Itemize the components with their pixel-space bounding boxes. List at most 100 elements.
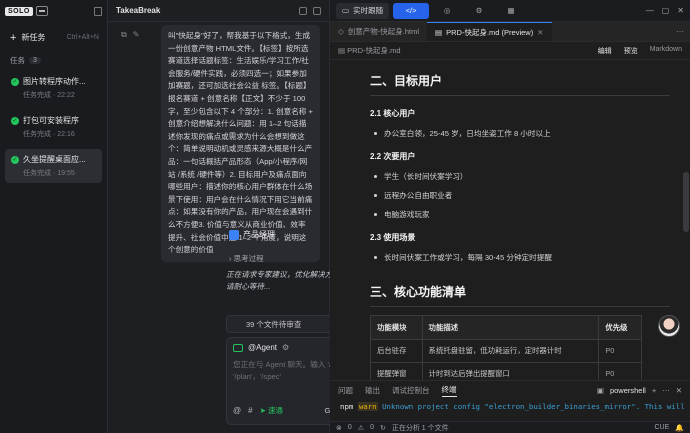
- more-icon[interactable]: ⋯: [670, 22, 690, 41]
- edit-mode-button[interactable]: 编辑: [598, 46, 612, 56]
- copy-icon[interactable]: ⧉: [121, 30, 127, 40]
- app-logo: SOLO: [5, 6, 33, 16]
- chat-header: TakeaBreak: [108, 0, 329, 22]
- task-count-badge: 3: [29, 57, 41, 64]
- monitor-icon: ▭: [342, 6, 350, 15]
- user-message: 叫"快起身"好了，帮我基于以下格式，生成一份创意产物 HTML文件。【标签】按所…: [161, 25, 320, 262]
- tab-output[interactable]: 输出: [365, 385, 380, 396]
- tab-html[interactable]: ◇ 创意产物-快起身.html: [330, 22, 427, 41]
- minimize-icon[interactable]: —: [646, 6, 654, 15]
- agent-name: 产品经理: [243, 230, 275, 239]
- task-status: 任务完成 · 19:55: [23, 170, 75, 177]
- chat-panel: TakeaBreak ⧉ ✎ 叫"快起身"好了，帮我基于以下格式，生成一份创意产…: [108, 0, 428, 433]
- sidebar-header: SOLO: [0, 0, 107, 22]
- status-right[interactable]: CUE: [655, 424, 670, 432]
- error-icon: ⊗: [336, 424, 342, 432]
- close-tab-icon[interactable]: ✕: [537, 28, 543, 37]
- preview-mode-button[interactable]: 预览: [624, 46, 638, 56]
- status-bar: ⊗ 0 ⚠ 0 ↻ 正在分析 1 个文件 CUE 🔔: [330, 421, 690, 433]
- add-terminal-icon[interactable]: +: [652, 386, 656, 395]
- subheading-secondary-users: 2.2 次要用户: [370, 152, 416, 161]
- feature-table: 功能模块 功能描述 优先级 后台驻存 系统托盘驻留，低功耗运行，定时器计时 P0…: [370, 315, 642, 380]
- task-title: 久坐提醒桌面应...: [23, 155, 86, 164]
- tab-prd-preview[interactable]: ▤ PRD-快起身.md (Preview) ✕: [427, 22, 552, 41]
- plus-icon: +: [10, 31, 17, 44]
- preview-file-icon: ▤: [435, 27, 443, 37]
- warning-icon: ⚠: [357, 424, 365, 432]
- grid-icon[interactable]: ▦: [497, 3, 525, 19]
- agent-mention[interactable]: @Agent: [248, 343, 277, 352]
- code-view-button[interactable]: </>: [393, 2, 430, 19]
- sidebar: SOLO + 新任务 Ctrl+Alt+N 任务 3 ✓ 图片转程序动作... 任…: [0, 0, 108, 433]
- sidebar-toggle-icon[interactable]: [94, 6, 102, 16]
- check-icon: ✓: [11, 116, 19, 125]
- thinking-toggle[interactable]: › 思考过程: [229, 253, 264, 264]
- markdown-mode-button[interactable]: Markdown: [650, 46, 682, 56]
- assistant-avatar[interactable]: [658, 315, 680, 337]
- tab-terminal[interactable]: 终端: [441, 384, 457, 397]
- agent-chip-icon: [233, 343, 243, 352]
- edit-icon[interactable]: ✎: [133, 30, 140, 40]
- scrollbar-thumb[interactable]: [683, 172, 689, 232]
- maximize-icon[interactable]: ▢: [662, 6, 670, 15]
- chat-title: TakeaBreak: [116, 6, 161, 15]
- check-icon: ✓: [11, 77, 19, 86]
- more-icon[interactable]: ⋯: [662, 386, 670, 395]
- subheading-core-users: 2.1 核心用户: [370, 109, 416, 118]
- mention-icon[interactable]: @: [233, 406, 241, 415]
- gear-icon[interactable]: ⚙: [465, 3, 493, 19]
- layout-icon[interactable]: [299, 6, 307, 15]
- message-tools: ⧉ ✎: [121, 30, 139, 40]
- terminal-icon: ▣: [596, 385, 604, 395]
- markdown-preview: 二、目标用户 2.1 核心用户 办公室白领，25-45 岁，日均坐姿工作 8 小…: [330, 62, 682, 380]
- bottom-panel: 问题 输出 调试控制台 终端 ▣ powershell + ⋯ ✕ npm wa…: [330, 380, 690, 421]
- html-file-icon: ◇: [338, 27, 344, 36]
- table-header: 功能描述: [421, 315, 600, 340]
- editor-tabs: ◇ 创意产物-快起身.html ▤ PRD-快起身.md (Preview) ✕ ⋯: [330, 22, 690, 42]
- agent-avatar-icon: [229, 229, 239, 240]
- pending-review-label: 39 个文件待审查: [246, 319, 302, 329]
- close-panel-icon[interactable]: ✕: [676, 386, 682, 395]
- table-row: 后台驻存 系统托盘驻留，低功耗运行，定时器计时 P0: [370, 339, 642, 363]
- spinner-icon: ↻: [379, 424, 386, 432]
- analysis-status: 正在分析 1 个文件: [391, 424, 449, 432]
- shell-selector[interactable]: powershell: [610, 386, 646, 395]
- error-count[interactable]: 0: [348, 424, 352, 431]
- terminal-output[interactable]: npm warn Unknown project config "electro…: [330, 399, 690, 414]
- task-item[interactable]: ✓ 图片转程序动作... 任务完成 · 22:22: [5, 71, 102, 105]
- editor-panel: ▭ 实时跟随 </> ◎ ⚙ ▦ — ▢ ✕ ◇ 创意产物-快起身.html ▤ PR…: [330, 0, 690, 433]
- list-item: 电脑游戏玩家: [370, 209, 682, 220]
- editor-toolbar: ▭ 实时跟随 </> ◎ ⚙ ▦ — ▢ ✕: [330, 0, 690, 22]
- table-row: 提醒弹窗 计时到达后弹出提醒窗口 P0: [370, 362, 642, 380]
- task-item-active[interactable]: ✓ 久坐提醒桌面应... 任务完成 · 19:55: [5, 149, 102, 183]
- breadcrumb-file[interactable]: PRD-快起身.md: [347, 45, 400, 56]
- section-heading-users: 二、目标用户: [370, 72, 670, 96]
- list-item: 长时间伏案工作或学习，每隔 30-45 分钟定时提醒: [370, 252, 682, 263]
- task-item[interactable]: ✓ 打包可安装程序 任务完成 · 22:16: [5, 110, 102, 144]
- task-status: 任务完成 · 22:22: [23, 92, 75, 99]
- section-heading-features: 三、核心功能清单: [370, 283, 670, 307]
- hash-icon[interactable]: #: [248, 406, 252, 415]
- tab-debug-console[interactable]: 调试控制台: [392, 385, 430, 396]
- close-icon[interactable]: ✕: [677, 6, 684, 15]
- check-icon: ✓: [11, 155, 19, 164]
- new-task-label: 新任务: [21, 33, 46, 42]
- mode-selector[interactable]: ➤ 速通: [260, 405, 283, 416]
- panel-tabs: 问题 输出 调试控制台 终端 ▣ powershell + ⋯ ✕: [330, 381, 690, 399]
- breadcrumb: ▤ PRD-快起身.md 编辑 预览 Markdown: [330, 42, 690, 60]
- live-follow-button[interactable]: ▭ 实时跟随: [336, 2, 390, 19]
- bell-icon[interactable]: 🔔: [675, 424, 684, 432]
- subheading-usage-scenes: 2.3 使用场景: [370, 233, 416, 242]
- browser-icon[interactable]: ◎: [433, 3, 461, 19]
- terminal-logo-icon: [35, 6, 48, 16]
- new-task-shortcut: Ctrl+Alt+N: [66, 34, 99, 41]
- table-header: 功能模块: [370, 315, 423, 340]
- panel-icon[interactable]: [313, 6, 321, 15]
- rocket-icon: ➤: [259, 405, 266, 415]
- preview-scrollbar[interactable]: [682, 62, 690, 380]
- warning-count[interactable]: 0: [370, 424, 374, 431]
- tab-problems[interactable]: 问题: [338, 385, 353, 396]
- markdown-file-icon: ▤: [338, 46, 348, 55]
- settings-icon[interactable]: ⚙: [282, 343, 289, 352]
- new-task-button[interactable]: + 新任务 Ctrl+Alt+N: [0, 22, 107, 49]
